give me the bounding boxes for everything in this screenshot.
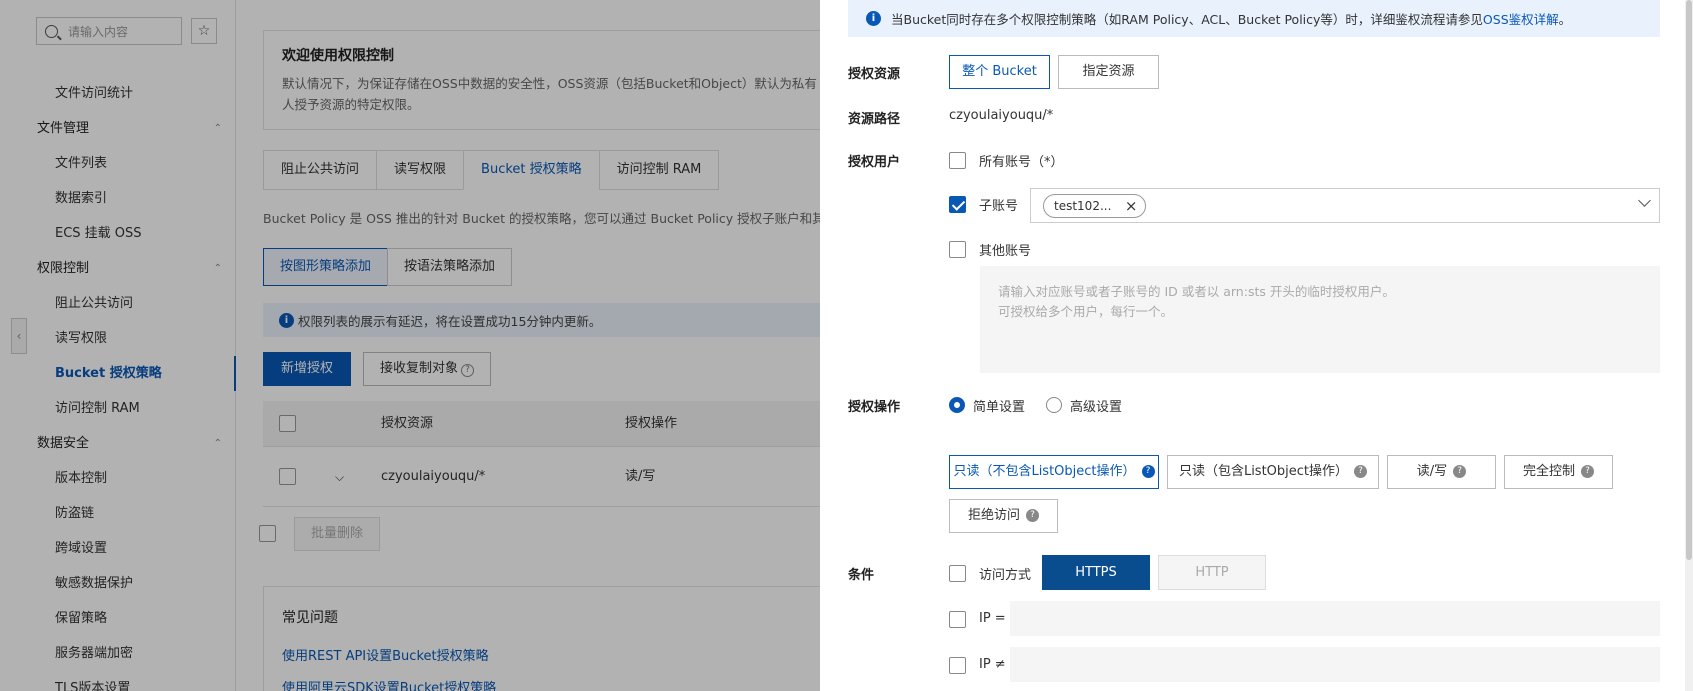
info-icon: i	[866, 11, 881, 26]
help-icon: ?	[1141, 465, 1155, 478]
option-label: 只读（不包含ListObject操作）	[953, 464, 1136, 479]
sub-account-select[interactable]: test102... ×	[1030, 188, 1660, 223]
modal-overlay[interactable]	[0, 0, 820, 691]
path-value: czyoulaiyouqu/*	[949, 108, 1054, 123]
option-label: 读/写	[1416, 464, 1448, 479]
option-label: 拒绝访问	[967, 508, 1020, 523]
user-label: 授权用户	[848, 155, 901, 170]
alert-text: 当Bucket同时存在多个权限控制策略（如RAM Policy、ACL、Buck…	[891, 12, 1483, 27]
read-write-option[interactable]: 读/写?	[1387, 455, 1496, 489]
all-accounts-checkbox[interactable]	[949, 152, 966, 169]
textarea-placeholder-1: 请输入对应账号或者子账号的 ID 或者以 arn:sts 开头的临时授权用户。	[998, 284, 1395, 299]
help-icon: ?	[1581, 465, 1594, 478]
option-label: 完全控制	[1522, 464, 1575, 479]
access-method-checkbox[interactable]	[949, 565, 966, 582]
whole-bucket-option[interactable]: 整个 Bucket	[949, 55, 1050, 89]
option-label: 只读（包含ListObject操作）	[1178, 464, 1349, 479]
all-accounts-label: 所有账号（*）	[979, 155, 1064, 170]
alert-end: 。	[1558, 12, 1572, 27]
path-label: 资源路径	[848, 112, 901, 127]
action-label: 授权操作	[848, 400, 901, 415]
other-accounts-checkbox[interactable]	[949, 241, 966, 258]
close-icon[interactable]: ×	[1125, 195, 1138, 217]
condition-label: 条件	[848, 568, 875, 583]
other-accounts-label: 其他账号	[979, 244, 1032, 259]
ip-not-equal-checkbox[interactable]	[949, 657, 966, 674]
deny-access-option[interactable]: 拒绝访问?	[949, 499, 1058, 533]
full-control-option[interactable]: 完全控制?	[1504, 455, 1613, 489]
authorization-drawer: i 当Bucket同时存在多个权限控制策略（如RAM Policy、ACL、Bu…	[820, 0, 1693, 691]
ip-not-equal-label: IP ≠	[979, 657, 1006, 672]
readonly-no-list-option[interactable]: 只读（不包含ListObject操作）?	[949, 455, 1159, 489]
advanced-setting-label: 高级设置	[1070, 400, 1123, 415]
textarea-placeholder-2: 可授权给多个用户，每行一个。	[998, 304, 1174, 319]
readonly-with-list-option[interactable]: 只读（包含ListObject操作）?	[1167, 455, 1379, 489]
ip-not-equal-input[interactable]	[1010, 647, 1660, 682]
access-method-label: 访问方式	[979, 568, 1032, 583]
help-icon: ?	[1453, 465, 1467, 478]
sub-account-tag: test102... ×	[1043, 194, 1147, 218]
help-icon: ?	[1354, 465, 1368, 478]
sub-account-checkbox[interactable]	[949, 196, 966, 213]
auth-alert: i 当Bucket同时存在多个权限控制策略（如RAM Policy、ACL、Bu…	[848, 0, 1660, 37]
scrollbar-thumb[interactable]	[1686, 0, 1692, 560]
drawer-scrollbar[interactable]	[1685, 0, 1693, 691]
simple-setting-radio[interactable]	[949, 397, 965, 413]
http-option[interactable]: HTTP	[1158, 555, 1266, 590]
sub-account-label: 子账号	[979, 199, 1019, 214]
help-icon: ?	[1026, 509, 1039, 522]
tag-label: test102...	[1054, 199, 1112, 213]
ip-equal-checkbox[interactable]	[949, 611, 966, 628]
advanced-setting-radio[interactable]	[1046, 397, 1062, 413]
resource-label: 授权资源	[848, 67, 901, 82]
https-option[interactable]: HTTPS	[1042, 555, 1150, 590]
ip-equal-input[interactable]	[1010, 601, 1660, 636]
chevron-down-icon[interactable]	[1638, 194, 1651, 207]
simple-setting-label: 简单设置	[973, 400, 1026, 415]
alert-link[interactable]: OSS鉴权详解	[1483, 9, 1559, 28]
ip-equal-label: IP =	[979, 611, 1006, 626]
other-accounts-textarea[interactable]: 请输入对应账号或者子账号的 ID 或者以 arn:sts 开头的临时授权用户。 …	[980, 266, 1660, 373]
specific-resource-option[interactable]: 指定资源	[1058, 55, 1159, 89]
